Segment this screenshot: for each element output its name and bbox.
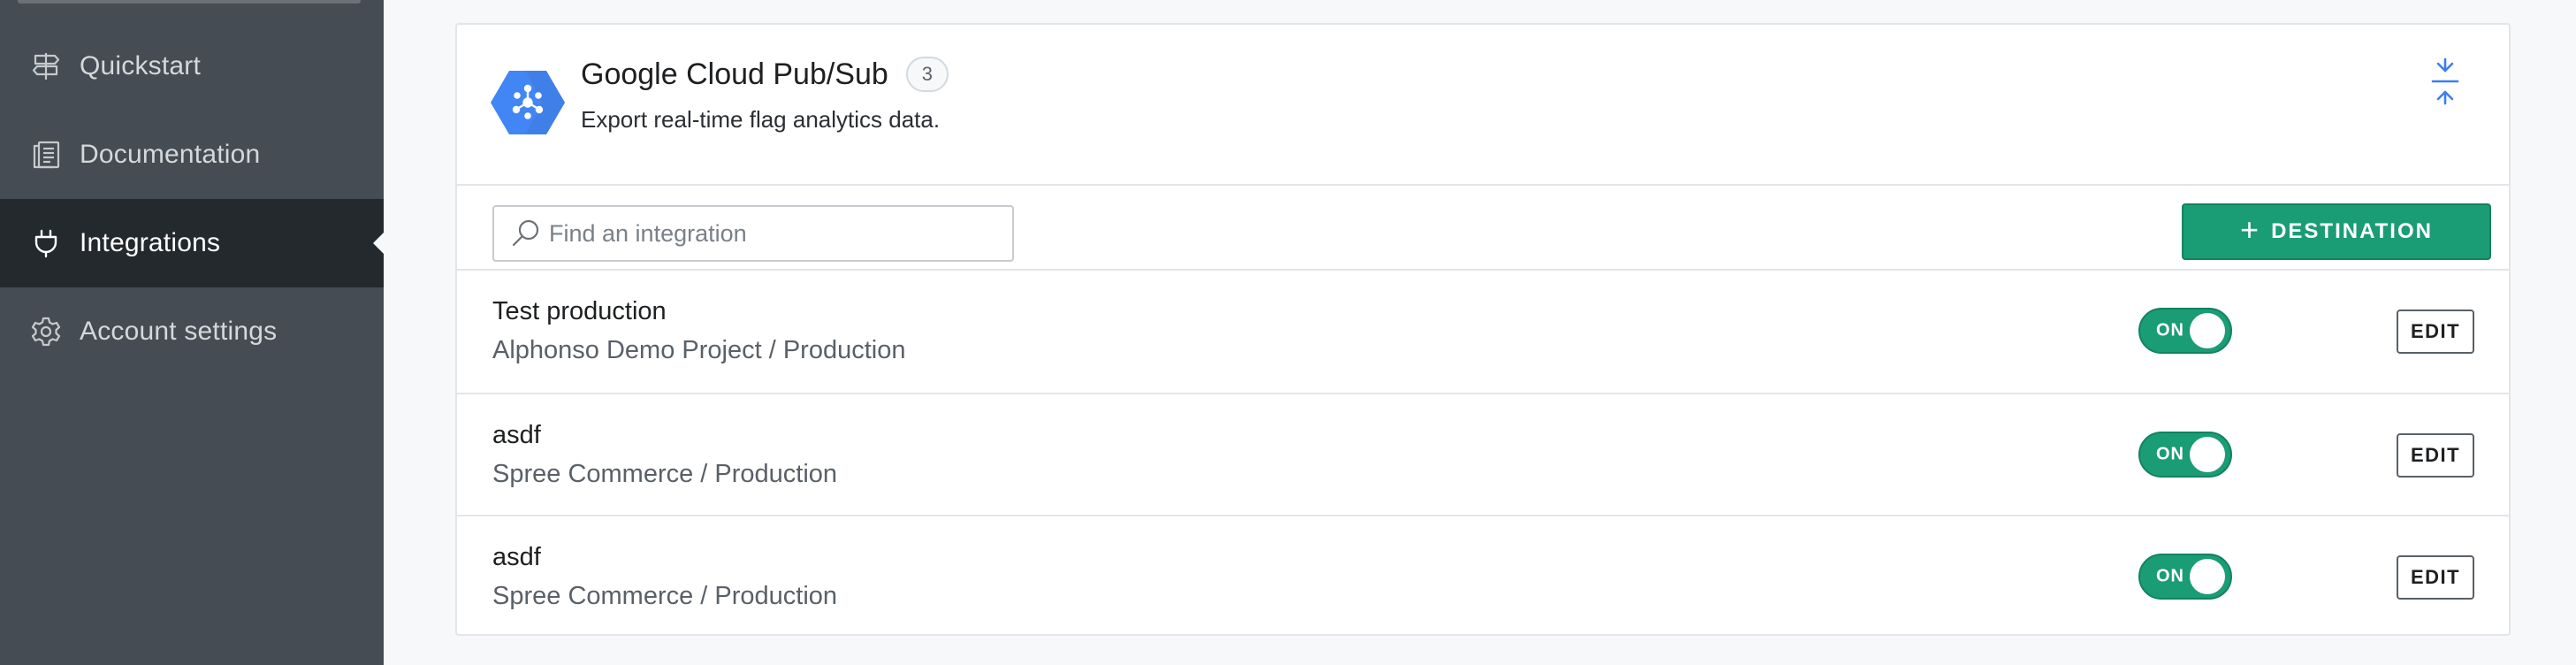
toolbar: + DESTINATION: [457, 186, 2509, 271]
integration-name: Google Cloud Pub/Sub: [581, 57, 888, 91]
destination-environment: Spree Commerce / Production: [492, 460, 838, 488]
signpost-icon: [28, 49, 64, 84]
search-icon: [507, 214, 545, 253]
edit-button[interactable]: EDIT: [2397, 555, 2474, 600]
card-header: Google Cloud Pub/Sub 3 Export real-time …: [457, 25, 2509, 184]
list-item: Test production Alphonso Demo Project / …: [457, 271, 2509, 393]
destination-name: asdf: [492, 421, 541, 449]
edit-button[interactable]: EDIT: [2397, 433, 2474, 478]
sidebar-item-account-settings[interactable]: Account settings: [0, 287, 384, 376]
enabled-toggle[interactable]: ON: [2138, 554, 2232, 600]
toggle-knob: [2190, 437, 2225, 472]
toggle-label: ON: [2156, 566, 2184, 586]
sidebar-item-integrations[interactable]: Integrations: [0, 199, 384, 287]
card-title: Google Cloud Pub/Sub 3: [581, 57, 949, 92]
enabled-toggle[interactable]: ON: [2138, 432, 2232, 478]
count-badge: 3: [905, 57, 949, 92]
list-item: asdf Spree Commerce / Production ON EDIT: [457, 394, 2509, 516]
toggle-label: ON: [2156, 444, 2184, 464]
destination-button-label: DESTINATION: [2271, 219, 2433, 243]
toggle-label: ON: [2156, 320, 2184, 340]
search-field[interactable]: [492, 205, 1014, 262]
enabled-toggle[interactable]: ON: [2138, 308, 2232, 354]
plus-icon: +: [2240, 211, 2260, 248]
destination-environment: Alphonso Demo Project / Production: [492, 336, 906, 364]
search-input[interactable]: [549, 207, 1012, 260]
sidebar-item-label: Integrations: [80, 228, 221, 257]
book-icon: [28, 137, 64, 172]
destination-name: asdf: [492, 543, 541, 571]
sidebar-top-divider: [18, 0, 361, 4]
edit-button[interactable]: EDIT: [2397, 310, 2474, 354]
sidebar-item-label: Quickstart: [80, 51, 202, 80]
destination-environment: Spree Commerce / Production: [492, 582, 838, 610]
gear-icon: [28, 314, 64, 349]
add-destination-button[interactable]: + DESTINATION: [2182, 203, 2491, 260]
card-subtitle: Export real-time flag analytics data.: [581, 106, 941, 133]
sidebar-item-quickstart[interactable]: Quickstart: [0, 22, 384, 111]
sidebar: Quickstart Documentation Integrations Ac…: [0, 0, 384, 665]
list-item: asdf Spree Commerce / Production ON EDIT: [457, 516, 2509, 638]
sidebar-item-documentation[interactable]: Documentation: [0, 111, 384, 199]
sidebar-item-label: Account settings: [80, 317, 278, 346]
toggle-knob: [2190, 313, 2225, 348]
sidebar-item-label: Documentation: [80, 140, 261, 169]
integration-card: Google Cloud Pub/Sub 3 Export real-time …: [455, 23, 2511, 636]
destination-name: Test production: [492, 297, 667, 325]
collapse-icon[interactable]: [2427, 57, 2463, 106]
plug-icon: [28, 225, 64, 261]
toggle-knob: [2190, 559, 2225, 594]
google-cloud-pubsub-logo: [491, 69, 565, 136]
